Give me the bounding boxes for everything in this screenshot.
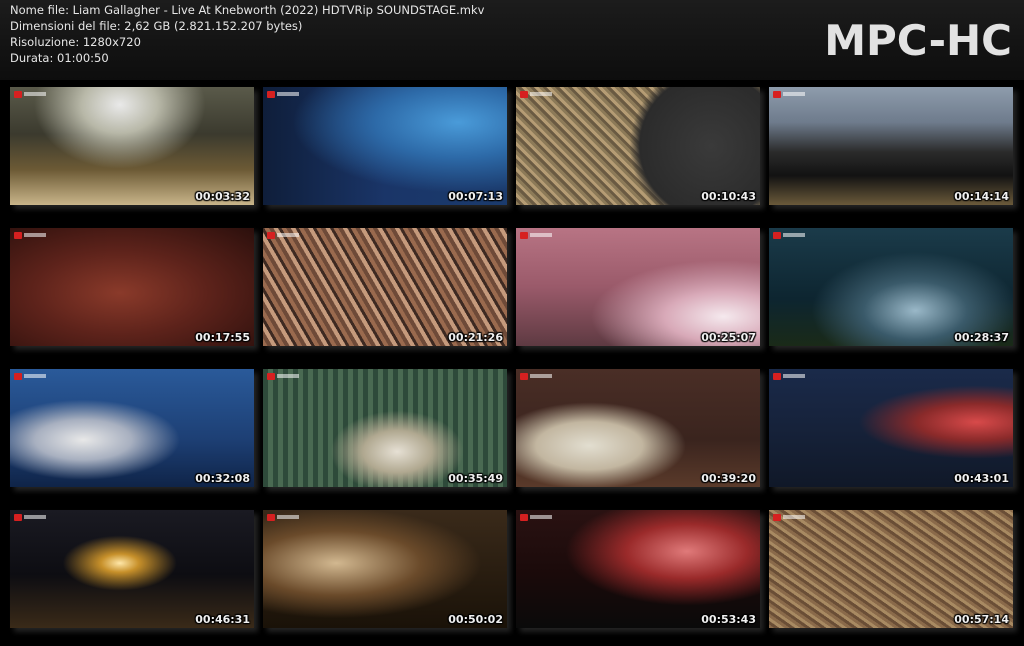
timestamp: 00:28:37 — [954, 331, 1009, 344]
timestamp: 00:50:02 — [448, 613, 503, 626]
duration-text: Durata: 01:00:50 — [10, 51, 109, 65]
timestamp: 00:39:20 — [701, 472, 756, 485]
video-frame — [769, 369, 1013, 487]
thumbnail: 00:57:14 — [769, 510, 1013, 628]
file-info-header: Nome file: Liam Gallagher - Live At Kneb… — [0, 0, 1024, 80]
channel-logo-icon — [773, 514, 781, 521]
channel-logo-icon — [267, 373, 275, 380]
channel-logo-text — [277, 92, 299, 96]
channel-logo-text — [277, 233, 299, 237]
channel-logo-icon — [14, 373, 22, 380]
timestamp: 00:57:14 — [954, 613, 1009, 626]
channel-logo-icon — [773, 232, 781, 239]
video-frame — [10, 228, 254, 346]
channel-logo-icon — [14, 514, 22, 521]
channel-logo-icon — [14, 91, 22, 98]
timestamp: 00:53:43 — [701, 613, 756, 626]
thumbnail: 00:32:08 — [10, 369, 254, 487]
timestamp: 00:17:55 — [195, 331, 250, 344]
thumbnail: 00:07:13 — [263, 87, 507, 205]
channel-logo-text — [24, 92, 46, 96]
channel-logo-text — [783, 233, 805, 237]
channel-logo-text — [783, 92, 805, 96]
channel-logo-text — [783, 515, 805, 519]
channel-logo-text — [277, 515, 299, 519]
thumbnail: 00:17:55 — [10, 228, 254, 346]
video-frame — [516, 228, 760, 346]
timestamp: 00:14:14 — [954, 190, 1009, 203]
video-frame — [516, 369, 760, 487]
video-frame — [769, 228, 1013, 346]
video-frame — [769, 510, 1013, 628]
channel-logo-text — [24, 233, 46, 237]
timestamp: 00:25:07 — [701, 331, 756, 344]
channel-logo-text — [783, 374, 805, 378]
thumbnail: 00:35:49 — [263, 369, 507, 487]
video-frame — [10, 369, 254, 487]
channel-logo-icon — [773, 91, 781, 98]
thumbnail: 00:28:37 — [769, 228, 1013, 346]
video-frame — [263, 228, 507, 346]
thumbnail: 00:46:31 — [10, 510, 254, 628]
video-frame — [263, 510, 507, 628]
timestamp: 00:46:31 — [195, 613, 250, 626]
channel-logo-icon — [520, 373, 528, 380]
channel-logo-icon — [267, 91, 275, 98]
channel-logo-icon — [520, 232, 528, 239]
video-frame — [10, 510, 254, 628]
timestamp: 00:03:32 — [195, 190, 250, 203]
channel-logo-text — [277, 374, 299, 378]
video-frame — [10, 87, 254, 205]
thumbnail: 00:03:32 — [10, 87, 254, 205]
channel-logo-text — [24, 374, 46, 378]
channel-logo-text — [24, 515, 46, 519]
channel-logo-icon — [267, 232, 275, 239]
thumbnail: 00:50:02 — [263, 510, 507, 628]
channel-logo-icon — [520, 91, 528, 98]
video-frame — [263, 369, 507, 487]
thumbnail: 00:53:43 — [516, 510, 760, 628]
timestamp: 00:10:43 — [701, 190, 756, 203]
thumbnail: 00:43:01 — [769, 369, 1013, 487]
video-frame — [516, 510, 760, 628]
thumbnail: 00:25:07 — [516, 228, 760, 346]
video-frame — [516, 87, 760, 205]
thumbnail: 00:10:43 — [516, 87, 760, 205]
timestamp: 00:07:13 — [448, 190, 503, 203]
channel-logo-icon — [14, 232, 22, 239]
channel-logo-icon — [520, 514, 528, 521]
file-size-text: Dimensioni del file: 2,62 GB (2.821.152.… — [10, 19, 303, 33]
channel-logo-icon — [773, 373, 781, 380]
channel-logo-text — [530, 233, 552, 237]
channel-logo-icon — [267, 514, 275, 521]
mpc-hc-logo: MPC-HC — [824, 16, 1012, 65]
channel-logo-text — [530, 374, 552, 378]
timestamp: 00:21:26 — [448, 331, 503, 344]
video-frame — [769, 87, 1013, 205]
timestamp: 00:32:08 — [195, 472, 250, 485]
video-frame — [263, 87, 507, 205]
timestamp: 00:35:49 — [448, 472, 503, 485]
timestamp: 00:43:01 — [954, 472, 1009, 485]
thumbnail: 00:39:20 — [516, 369, 760, 487]
file-name-text: Nome file: Liam Gallagher - Live At Kneb… — [10, 3, 485, 17]
thumbnail: 00:21:26 — [263, 228, 507, 346]
thumbnail: 00:14:14 — [769, 87, 1013, 205]
resolution-text: Risoluzione: 1280x720 — [10, 35, 141, 49]
channel-logo-text — [530, 92, 552, 96]
channel-logo-text — [530, 515, 552, 519]
